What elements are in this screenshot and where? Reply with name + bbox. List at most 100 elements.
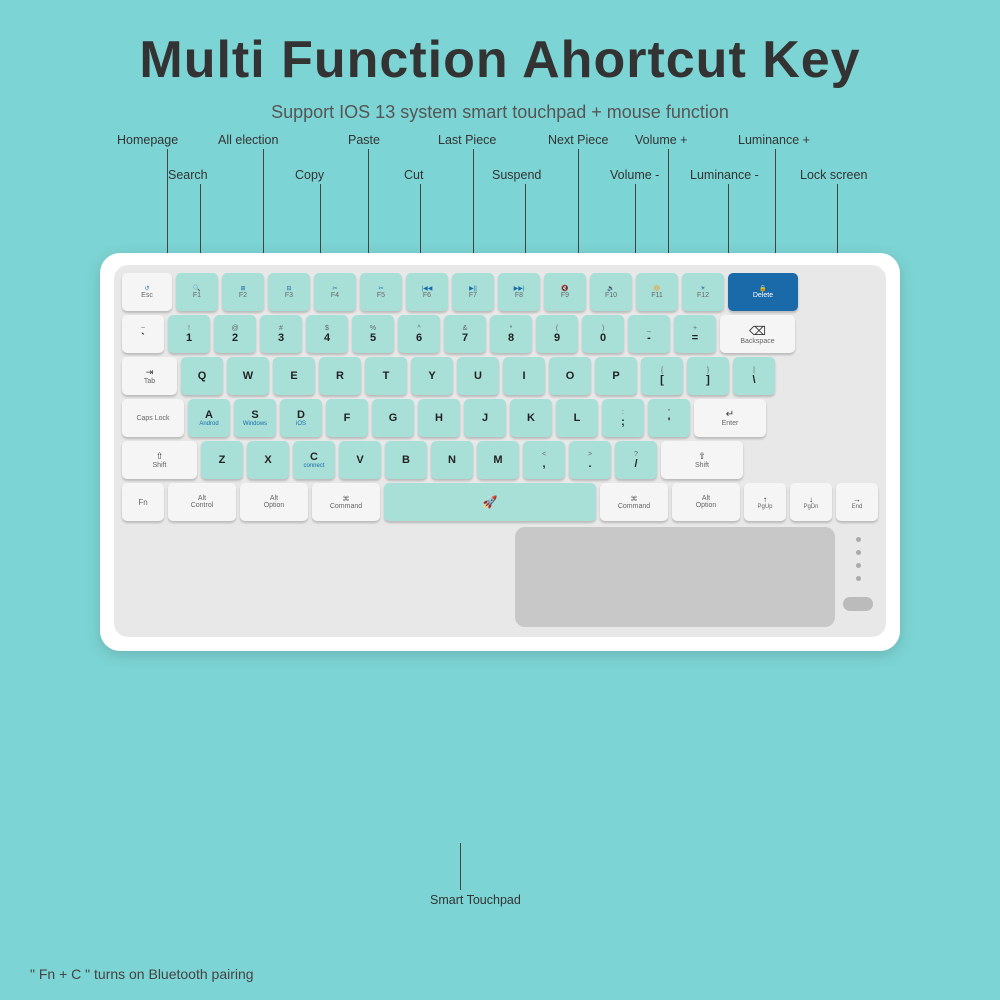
label-next-piece: Next Piece (548, 133, 608, 147)
key-lbracket[interactable]: { [ (641, 357, 683, 395)
key-8[interactable]: * 8 (490, 315, 532, 353)
key-b[interactable]: B (385, 441, 427, 479)
key-backspace[interactable]: ⌫ Backspace (720, 315, 795, 353)
key-esc[interactable]: ↺ Esc (122, 273, 172, 311)
key-a[interactable]: A Androd (188, 399, 230, 437)
key-semicolon[interactable]: : ; (602, 399, 644, 437)
key-f4[interactable]: ✂ F4 (314, 273, 356, 311)
label-suspend: Suspend (492, 168, 541, 182)
key-f2[interactable]: ⊞ F2 (222, 273, 264, 311)
key-1[interactable]: ! 1 (168, 315, 210, 353)
label-search: Search (168, 168, 208, 182)
key-control[interactable]: Alt Control (168, 483, 236, 521)
key-pgup[interactable]: ↑ PgUp (744, 483, 786, 521)
label-luminance-minus: Luminance - (690, 168, 759, 182)
key-pgdn[interactable]: ↓ PgDn (790, 483, 832, 521)
key-shift-right[interactable]: ⇧ Shift (661, 441, 743, 479)
key-5[interactable]: % 5 (352, 315, 394, 353)
key-f1[interactable]: 🔍 F1 (176, 273, 218, 311)
key-backslash[interactable]: | \ (733, 357, 775, 395)
power-button[interactable] (843, 597, 873, 611)
key-enter[interactable]: ↵ Enter (694, 399, 766, 437)
key-shift-left[interactable]: ⇧ Shift (122, 441, 197, 479)
dot-4 (856, 576, 861, 581)
key-delete[interactable]: 🔒 Delete (728, 273, 798, 311)
key-7[interactable]: & 7 (444, 315, 486, 353)
key-h[interactable]: H (418, 399, 460, 437)
indicator-dots (843, 527, 878, 611)
key-backtick[interactable]: ~ ` (122, 315, 164, 353)
key-r[interactable]: R (319, 357, 361, 395)
key-s[interactable]: S Windows (234, 399, 276, 437)
key-f9[interactable]: 🔇 F9 (544, 273, 586, 311)
key-l[interactable]: L (556, 399, 598, 437)
key-z[interactable]: Z (201, 441, 243, 479)
key-tab[interactable]: ⇥ Tab (122, 357, 177, 395)
qwerty-row: ⇥ Tab Q W E R T Y U I O P { [ } ] (122, 357, 878, 395)
asdf-row: Caps Lock A Androd S Windows D iOS F G H… (122, 399, 878, 437)
key-quote[interactable]: " ' (648, 399, 690, 437)
key-e[interactable]: E (273, 357, 315, 395)
label-cut: Cut (404, 168, 423, 182)
key-rbracket[interactable]: } ] (687, 357, 729, 395)
key-f7[interactable]: ▶|| F7 (452, 273, 494, 311)
key-minus[interactable]: _ - (628, 315, 670, 353)
key-6[interactable]: ^ 6 (398, 315, 440, 353)
main-title: Multi Function Ahortcut Key (0, 0, 1000, 90)
key-equals[interactable]: + = (674, 315, 716, 353)
key-f[interactable]: F (326, 399, 368, 437)
key-u[interactable]: U (457, 357, 499, 395)
key-capslock[interactable]: Caps Lock (122, 399, 184, 437)
key-f6[interactable]: |◀◀ F6 (406, 273, 448, 311)
key-k[interactable]: K (510, 399, 552, 437)
key-comma[interactable]: < , (523, 441, 565, 479)
key-g[interactable]: G (372, 399, 414, 437)
key-command-right[interactable]: ⌘ Command (600, 483, 668, 521)
key-x[interactable]: X (247, 441, 289, 479)
key-9[interactable]: ( 9 (536, 315, 578, 353)
key-4[interactable]: $ 4 (306, 315, 348, 353)
key-2[interactable]: @ 2 (214, 315, 256, 353)
key-d[interactable]: D iOS (280, 399, 322, 437)
key-c[interactable]: C connect (293, 441, 335, 479)
fn-row: ↺ Esc 🔍 F1 ⊞ F2 ⊟ F3 ✂ F4 (122, 273, 878, 311)
key-f5[interactable]: ✂ F5 (360, 273, 402, 311)
key-fn[interactable]: Fn (122, 483, 164, 521)
touchpad[interactable] (515, 527, 835, 627)
key-f3[interactable]: ⊟ F3 (268, 273, 310, 311)
bottom-row: Fn Alt Control Alt Option ⌘ Command 🚀 (122, 483, 878, 521)
key-f11[interactable]: 🔆 F11 (636, 273, 678, 311)
key-i[interactable]: I (503, 357, 545, 395)
touchpad-area (122, 527, 878, 627)
key-o[interactable]: O (549, 357, 591, 395)
label-last-piece: Last Piece (438, 133, 496, 147)
key-option-right[interactable]: Alt Option (672, 483, 740, 521)
key-v[interactable]: V (339, 441, 381, 479)
key-y[interactable]: Y (411, 357, 453, 395)
dot-2 (856, 550, 861, 555)
zxcv-row: ⇧ Shift Z X C connect V B N M < , > (122, 441, 878, 479)
label-volume-minus: Volume - (610, 168, 659, 182)
key-f8[interactable]: ▶▶| F8 (498, 273, 540, 311)
key-slash[interactable]: ? / (615, 441, 657, 479)
label-luminance-plus: Luminance + (738, 133, 810, 147)
key-q[interactable]: Q (181, 357, 223, 395)
label-smart-touchpad: Smart Touchpad (430, 893, 521, 907)
key-t[interactable]: T (365, 357, 407, 395)
key-f10[interactable]: 🔉 F10 (590, 273, 632, 311)
number-row: ~ ` ! 1 @ 2 # 3 $ 4 (122, 315, 878, 353)
key-f12[interactable]: ☀ F12 (682, 273, 724, 311)
key-period[interactable]: > . (569, 441, 611, 479)
key-end[interactable]: → End (836, 483, 878, 521)
key-w[interactable]: W (227, 357, 269, 395)
key-3[interactable]: # 3 (260, 315, 302, 353)
key-space[interactable]: 🚀 (384, 483, 596, 521)
key-option[interactable]: Alt Option (240, 483, 308, 521)
key-p[interactable]: P (595, 357, 637, 395)
key-0[interactable]: ) 0 (582, 315, 624, 353)
label-volume-plus: Volume + (635, 133, 687, 147)
key-j[interactable]: J (464, 399, 506, 437)
key-n[interactable]: N (431, 441, 473, 479)
key-m[interactable]: M (477, 441, 519, 479)
key-command-left[interactable]: ⌘ Command (312, 483, 380, 521)
